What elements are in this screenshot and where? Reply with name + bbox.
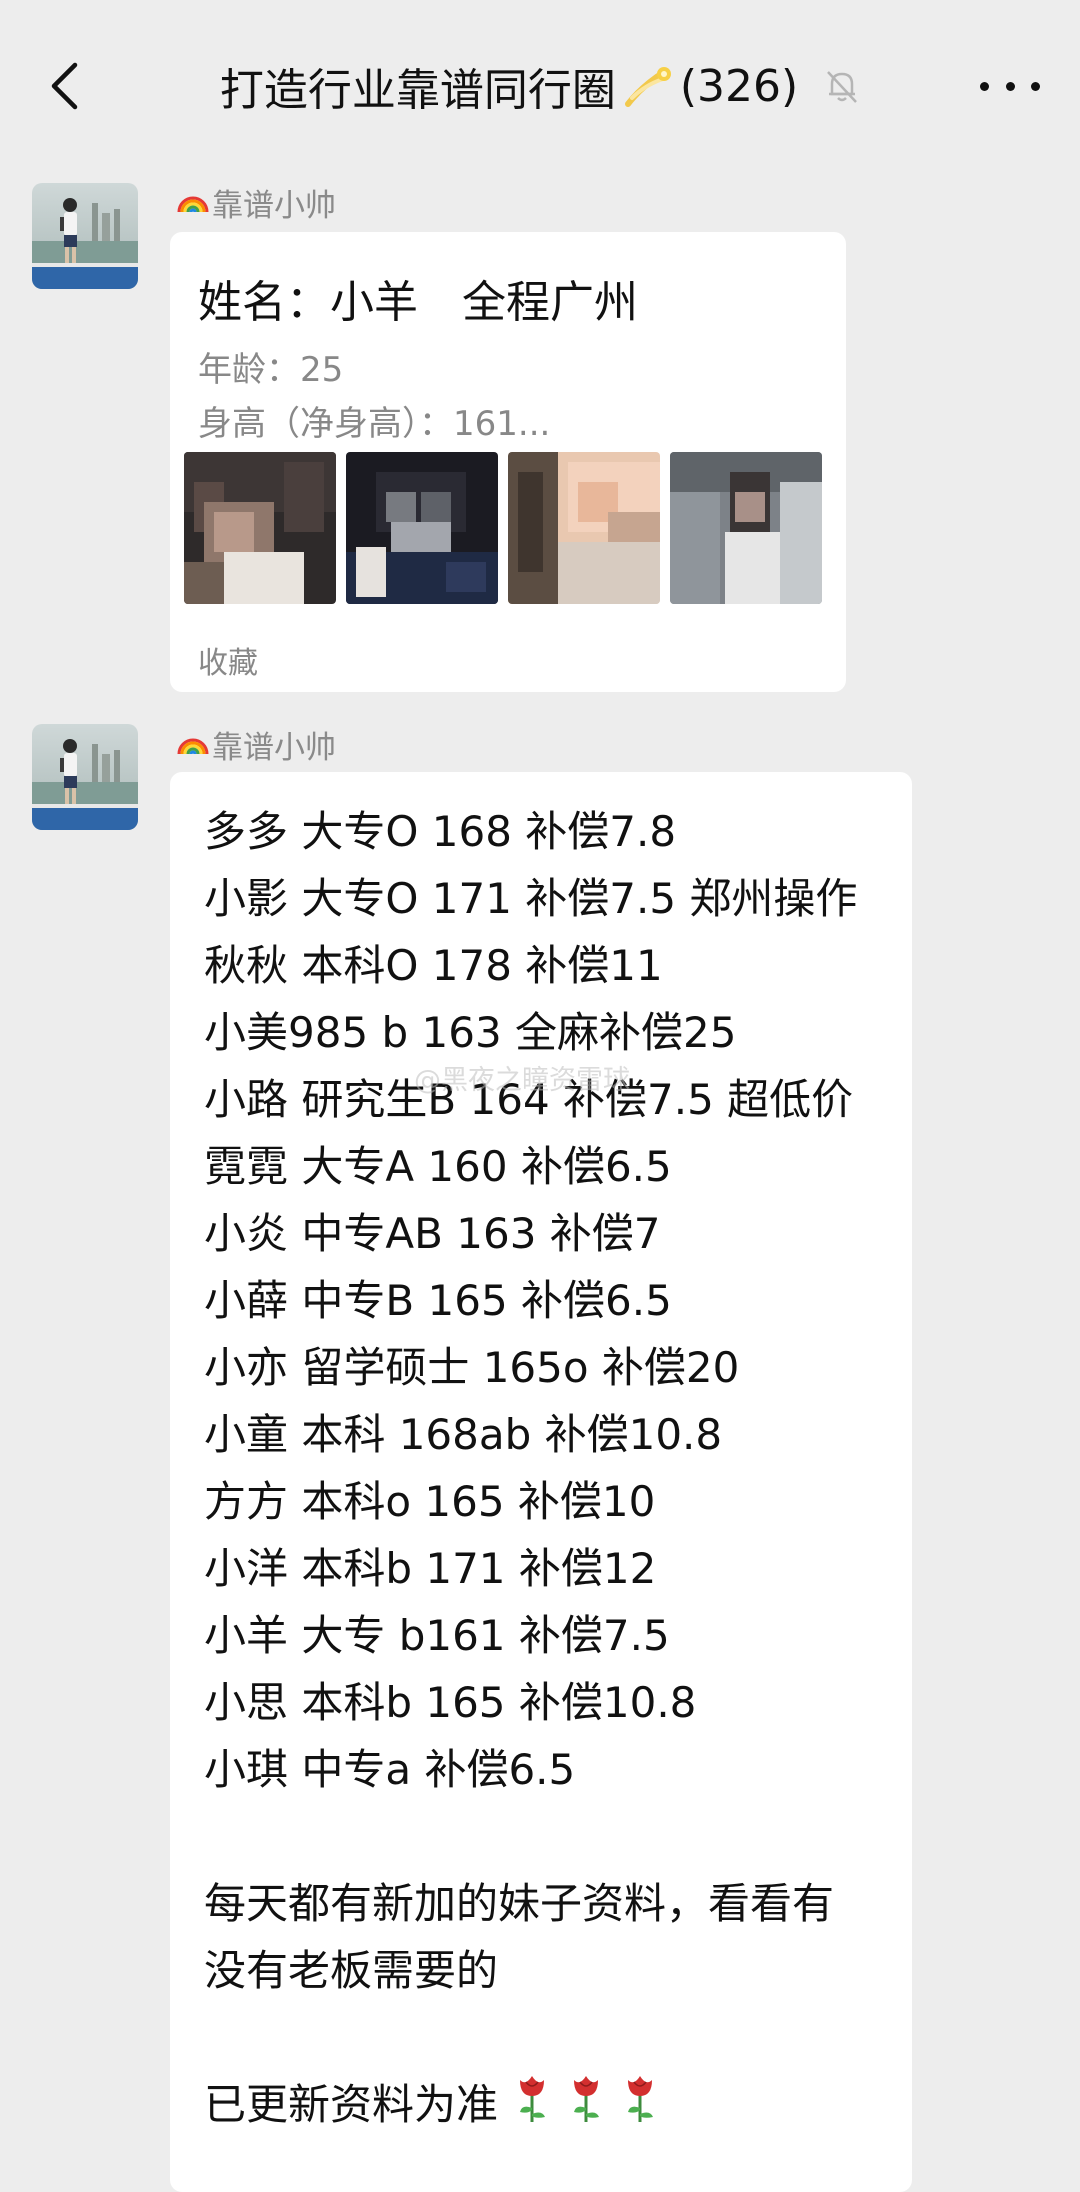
rainbow-emoji-icon	[176, 184, 210, 222]
list-item: 小羊 大专 b161 补偿7.5	[204, 1611, 670, 1660]
list-item: 小薛 中专B 165 补偿6.5	[204, 1276, 672, 1325]
member-count: (326)	[679, 60, 799, 112]
watermark: @黑夜之瞳资雷球	[414, 1065, 630, 1096]
list-item: 霓霓 大专A 160 补偿6.5	[204, 1142, 672, 1191]
photo-thumbnail[interactable]	[184, 452, 336, 604]
list-item: 小琪 中专a 补偿6.5	[204, 1745, 576, 1794]
rose-emoji-icon	[566, 2072, 606, 2143]
note-line: 没有老板需要的	[204, 1946, 499, 1995]
avatar[interactable]	[32, 724, 138, 830]
card-age: 年龄：25	[198, 350, 344, 390]
more-dot	[980, 81, 989, 91]
list-item: 秋秋 本科O 178 补偿11	[204, 941, 663, 990]
card-height: 身高（净身高）：161...	[198, 404, 551, 444]
bell-muted-icon	[824, 66, 860, 106]
list-item: 小思 本科b 165 补偿10.8	[204, 1678, 697, 1727]
rose-emoji-icon	[620, 2072, 660, 2143]
note-line: 每天都有新加的妹子资料，看看有	[204, 1879, 835, 1928]
avatar[interactable]	[32, 183, 138, 289]
back-button[interactable]	[36, 58, 92, 114]
comet-emoji-icon	[624, 64, 672, 108]
more-dot	[1031, 81, 1040, 91]
message-body: 多多 大专O 168 补偿7.8 小影 大专O 171 补偿7.5 郑州操作 秋…	[204, 798, 857, 2138]
chat-title[interactable]: 打造行业靠谱同行圈 (326)	[210, 56, 870, 116]
card-title: 姓名：小羊 全程广州	[198, 277, 638, 328]
chat-header: 打造行业靠谱同行圈 (326)	[0, 0, 1080, 172]
list-item: 小童 本科 168ab 补偿10.8	[204, 1410, 723, 1459]
group-name: 打造行业靠谱同行圈	[219, 65, 616, 116]
sender-name: 靠谱小帅	[176, 722, 336, 767]
more-options-button[interactable]	[980, 64, 1040, 108]
list-item: 小亦 留学硕士 165o 补偿20	[204, 1343, 740, 1392]
list-item: 方方 本科o 165 补偿10	[204, 1477, 656, 1526]
text-message[interactable]: 多多 大专O 168 补偿7.8 小影 大专O 171 补偿7.5 郑州操作 秋…	[170, 772, 912, 2192]
photo-thumbnail[interactable]	[670, 452, 822, 604]
photo-thumbnail[interactable]	[346, 452, 498, 604]
list-item: 多多 大专O 168 补偿7.8	[204, 807, 677, 856]
rainbow-emoji-icon	[176, 726, 210, 764]
list-item: 小洋 本科b 171 补偿12	[204, 1544, 657, 1593]
sender-name: 靠谱小帅	[176, 180, 336, 225]
photo-thumbnail[interactable]	[508, 452, 660, 604]
closing-line: 已更新资料为准	[204, 2071, 857, 2138]
closing-text: 已更新资料为准	[204, 2080, 499, 2129]
chevron-left-icon	[51, 62, 78, 110]
list-item: 小美985 b 163 全麻补偿25	[204, 1008, 737, 1057]
card-source-label: 收藏	[198, 646, 258, 681]
profile-card-message[interactable]: 姓名：小羊 全程广州 年龄：25 身高（净身高）：161... 收藏	[170, 232, 846, 692]
rose-emoji-icon	[512, 2072, 552, 2143]
list-item: 小炎 中专AB 163 补偿7	[204, 1209, 661, 1258]
thumbnail-strip	[184, 452, 844, 608]
list-item: 小影 大专O 171 补偿7.5 郑州操作	[204, 874, 858, 923]
more-dot	[1005, 81, 1015, 91]
